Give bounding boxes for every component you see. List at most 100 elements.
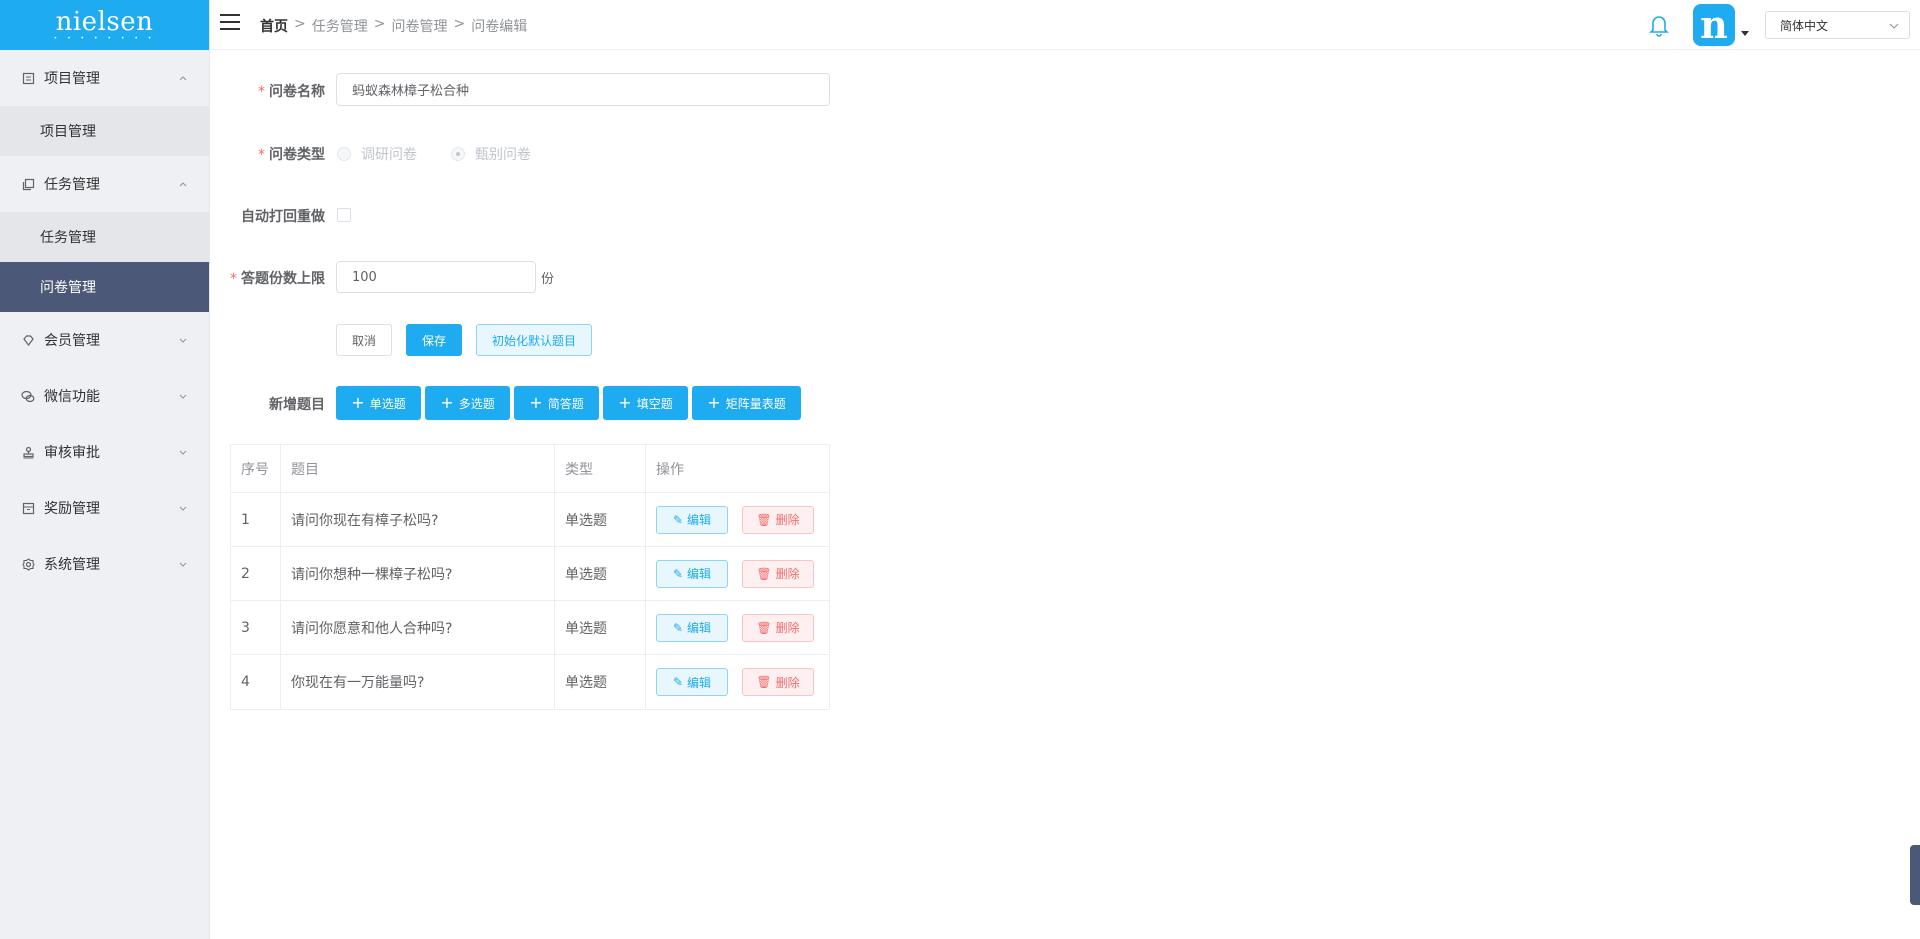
- table-header-row: 序号 题目 类型 操作: [231, 445, 829, 493]
- delete-button[interactable]: 🗑 删除: [742, 613, 814, 642]
- menu-group-wechat[interactable]: 微信功能: [0, 368, 209, 424]
- breadcrumb-item[interactable]: 问卷管理: [391, 16, 447, 36]
- row-actions: ✎ 编辑 🗑 删除: [646, 493, 829, 546]
- radio-circle-checked: [451, 147, 465, 161]
- edit-button[interactable]: ✎ 编辑: [656, 613, 728, 642]
- button-label: 编辑: [687, 513, 712, 527]
- chevron-down-icon: [179, 450, 187, 455]
- pencil-icon: ✎: [672, 566, 684, 581]
- button-label: 多选题: [458, 396, 495, 411]
- questions-table: 序号 题目 类型 操作 1 请问你现在有樟子松吗? 单选题 ✎ 编辑 🗑 删除 2 …: [230, 444, 830, 710]
- pencil-icon: ✎: [672, 620, 684, 635]
- delete-button[interactable]: 🗑 删除: [742, 668, 814, 696]
- add-matrix-scale-button[interactable]: + 矩阵量表题: [692, 386, 801, 420]
- edit-button[interactable]: ✎ 编辑: [656, 668, 728, 696]
- menu-group-task[interactable]: 任务管理: [0, 156, 209, 212]
- table-row: 2 请问你想种一棵樟子松吗? 单选题 ✎ 编辑 🗑 删除: [231, 547, 829, 601]
- diamond-icon: [20, 332, 36, 348]
- row-index: 4: [231, 655, 281, 709]
- chevron-down-icon: [1889, 23, 1899, 29]
- top-header: 首页 > 任务管理 > 问卷管理 > 问卷编辑 n 简体中文: [210, 0, 1920, 50]
- trash-icon: 🗑: [756, 566, 772, 581]
- radio-survey[interactable]: 调研问卷: [337, 144, 417, 164]
- column-header-type: 类型: [555, 445, 646, 492]
- breadcrumb-item[interactable]: 任务管理: [312, 16, 368, 36]
- edit-button[interactable]: ✎ 编辑: [656, 505, 728, 534]
- plus-icon: +: [707, 393, 721, 412]
- add-short-answer-button[interactable]: + 简答题: [514, 386, 599, 420]
- row-actions: ✎ 编辑 🗑 删除: [646, 601, 829, 654]
- questionnaire-name-value: 蚂蚁森林樟子松合种: [352, 84, 470, 99]
- box-icon: [20, 500, 36, 516]
- add-question-label: 新增题目: [269, 397, 325, 413]
- button-label: 删除: [775, 567, 800, 581]
- trash-icon: 🗑: [756, 675, 772, 689]
- menu-group-project[interactable]: 项目管理: [0, 50, 209, 106]
- row-actions: ✎ 编辑 🗑 删除: [646, 547, 829, 600]
- sidebar-item-task-management[interactable]: 任务管理: [0, 212, 209, 262]
- menu-group-label: 会员管理: [44, 333, 100, 349]
- pencil-icon: ✎: [672, 675, 684, 689]
- edit-button[interactable]: ✎ 编辑: [656, 559, 728, 588]
- answer-limit-input[interactable]: 100: [336, 261, 536, 293]
- table-row: 1 请问你现在有樟子松吗? 单选题 ✎ 编辑 🗑 删除: [231, 493, 829, 547]
- init-default-questions-button[interactable]: 初始化默认题目: [476, 324, 592, 356]
- row-type: 单选题: [555, 547, 646, 600]
- radio-label: 调研问卷: [361, 147, 417, 163]
- chevron-down-icon: [179, 338, 187, 343]
- chevron-down-icon: [179, 394, 187, 399]
- sidebar: nielsen • • • • • • • • 项目管理 项目管理 任务管理 任…: [0, 0, 210, 939]
- caret-down-icon[interactable]: [1741, 31, 1749, 37]
- row-type: 单选题: [555, 601, 646, 654]
- breadcrumb-separator: >: [294, 16, 306, 32]
- delete-button[interactable]: 🗑 删除: [742, 559, 814, 588]
- nielsen-logo[interactable]: nielsen • • • • • • • •: [0, 0, 209, 50]
- plus-icon: +: [440, 393, 454, 412]
- menu-group-system[interactable]: 系统管理: [0, 536, 209, 592]
- menu-group-label: 任务管理: [44, 177, 100, 193]
- save-button[interactable]: 保存: [406, 324, 462, 356]
- answer-limit-unit: 份: [541, 272, 555, 287]
- avatar[interactable]: n: [1693, 4, 1735, 46]
- trash-icon: 🗑: [756, 512, 772, 527]
- menu-group-review[interactable]: 审核审批: [0, 424, 209, 480]
- questionnaire-type-label: * 问卷类型: [258, 147, 325, 163]
- questionnaire-name-input[interactable]: 蚂蚁森林樟子松合种: [336, 73, 830, 106]
- button-label: 删除: [775, 675, 800, 690]
- cancel-button[interactable]: 取消: [336, 324, 392, 356]
- row-type: 单选题: [555, 655, 646, 709]
- breadcrumb-item-current: 问卷编辑: [471, 19, 528, 35]
- menu-group-label: 奖励管理: [44, 501, 100, 517]
- gear-icon: [20, 556, 36, 572]
- menu-group-label: 审核审批: [44, 445, 100, 461]
- answer-limit-value: 100: [352, 269, 377, 285]
- button-label: 编辑: [687, 567, 712, 581]
- button-label: 单选题: [369, 396, 406, 411]
- menu-group-reward[interactable]: 奖励管理: [0, 480, 209, 536]
- copy-icon: [20, 176, 36, 192]
- side-widget-handle[interactable]: [1910, 845, 1920, 905]
- add-fill-blank-button[interactable]: + 填空题: [603, 386, 688, 420]
- stamp-icon: [20, 444, 36, 460]
- button-label: 删除: [775, 513, 800, 527]
- row-index: 3: [231, 601, 281, 654]
- radio-screening[interactable]: 甄别问卷: [451, 144, 531, 164]
- sidebar-item-project-management[interactable]: 项目管理: [0, 106, 209, 156]
- delete-button[interactable]: 🗑 删除: [742, 505, 814, 534]
- table-row: 4 你现在有一万能量吗? 单选题 ✎ 编辑 🗑 删除: [231, 655, 829, 709]
- breadcrumb-home[interactable]: 首页: [260, 16, 288, 36]
- auto-return-checkbox[interactable]: [337, 208, 351, 222]
- row-type: 单选题: [555, 493, 646, 546]
- column-header-index: 序号: [231, 445, 281, 492]
- menu-group-label: 项目管理: [44, 71, 100, 87]
- sidebar-item-questionnaire-management[interactable]: 问卷管理: [0, 262, 209, 312]
- language-select[interactable]: 简体中文: [1765, 11, 1910, 39]
- breadcrumb-separator: >: [373, 16, 386, 32]
- breadcrumb-separator: >: [453, 16, 466, 32]
- add-multi-choice-button[interactable]: + 多选题: [425, 386, 510, 420]
- bell-icon[interactable]: [1648, 13, 1670, 37]
- hamburger-menu-icon[interactable]: [220, 14, 240, 32]
- menu-group-member[interactable]: 会员管理: [0, 312, 209, 368]
- add-single-choice-button[interactable]: + 单选题: [336, 386, 421, 420]
- button-label: 编辑: [687, 621, 712, 635]
